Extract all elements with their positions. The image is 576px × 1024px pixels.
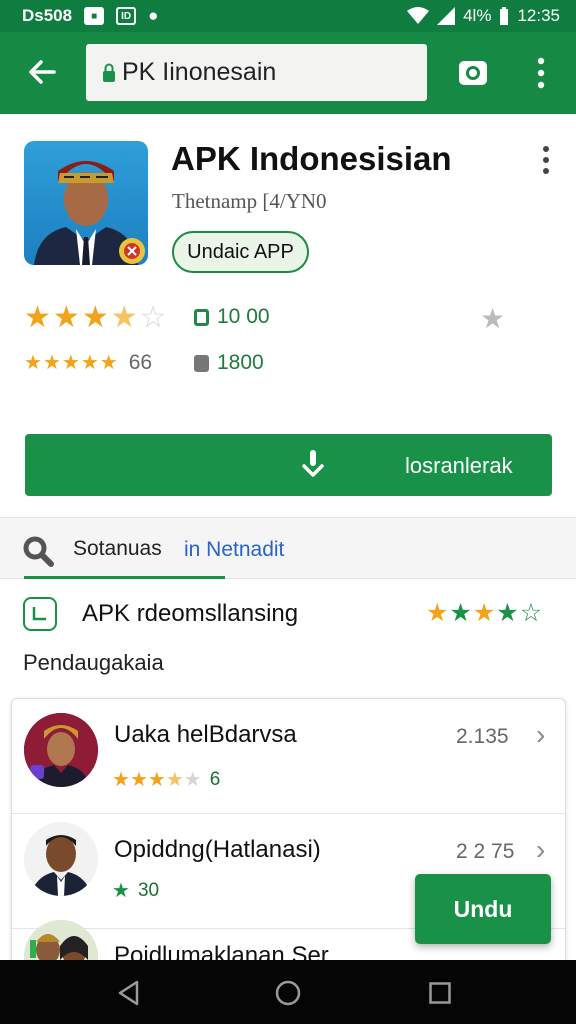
list-item-title: Uaka helBdarvsa <box>114 721 297 748</box>
star-icon: ★ <box>42 352 61 374</box>
star-icon: ★ <box>99 352 118 374</box>
clock: 12:35 <box>517 6 560 25</box>
list-item[interactable]: Uaka helBdarvsa 2.135 › ★ ★ ★ ★ ★ 6 <box>12 699 565 814</box>
stat-size-value: 1800 <box>217 351 264 374</box>
search-input[interactable]: PK Iinonesain <box>122 58 276 87</box>
star-icon: ★ <box>24 301 51 334</box>
list-item-title: Opiddng(Hatlanasi) <box>114 836 321 863</box>
stat-downloads: 10 00 <box>194 305 270 329</box>
nav-back-icon[interactable] <box>117 980 141 1006</box>
size-box-icon <box>194 354 209 372</box>
star-icon: ★ <box>24 352 42 374</box>
star-icon: ★ <box>129 769 148 791</box>
battery-text: 4l% <box>463 6 492 25</box>
download-fab-button[interactable]: Undu <box>415 874 551 944</box>
notification-id-icon: ID <box>116 7 137 25</box>
tab-indicator <box>24 576 225 579</box>
app-title: APK Indonesisian <box>171 140 452 177</box>
app-developer[interactable]: Thetnamp [4/YN0 <box>172 189 327 214</box>
section-icon <box>23 597 57 631</box>
star-icon: ★ <box>52 301 80 334</box>
app-bar: PK Iinonesain <box>0 32 576 114</box>
list-item-sub: 6 <box>209 769 221 790</box>
star-icon: ★ <box>80 352 99 374</box>
status-bar: Ds508 ■ ID ● 4l% 12:35 <box>0 0 576 32</box>
list-item-value: 2 2 75 <box>456 840 515 863</box>
section-subtitle: Pendaugakaia <box>23 650 164 675</box>
battery-icon <box>500 7 509 25</box>
list-item-stars: ★ ★ ★ ★ ★ 6 <box>112 769 220 791</box>
tab-strip: Sotanuas in Netnadit <box>0 517 576 579</box>
search-icon[interactable] <box>22 535 54 567</box>
list-item-stars: ★ 30 <box>112 880 159 902</box>
portrait-icon <box>34 161 145 265</box>
avatar <box>24 713 98 787</box>
status-left: Ds508 ■ ID ● <box>22 6 158 26</box>
star-icon: ★ <box>112 769 130 791</box>
chevron-right-icon: › <box>536 719 546 750</box>
star-icon: ★ <box>147 769 166 791</box>
tab-link[interactable]: in Netnadit <box>184 538 284 562</box>
star-half-icon: ★ <box>165 769 184 791</box>
nav-recents-icon[interactable] <box>429 982 451 1004</box>
back-arrow-icon[interactable] <box>26 56 58 88</box>
download-arrow-icon <box>302 450 324 477</box>
section-rating-stars: ★ ★ ★ ★ ☆ <box>426 600 542 626</box>
update-app-chip[interactable]: Undaic APP <box>172 231 309 273</box>
reviews-stars: ★ ★ ★ ★ ★ 66 <box>24 351 152 375</box>
list-item-sub: 30 <box>137 880 160 901</box>
star-empty-icon: ☆ <box>519 599 543 627</box>
star-empty-icon: ☆ <box>139 301 167 334</box>
app-icon <box>24 141 148 265</box>
status-text: Ds508 <box>22 6 73 25</box>
camera-icon[interactable] <box>458 58 488 86</box>
star-empty-icon: ★ <box>183 769 202 791</box>
install-button[interactable]: losranlerak <box>25 434 552 496</box>
notification-mail-icon: ■ <box>84 7 105 25</box>
star-icon: ★ <box>81 301 109 334</box>
system-nav-bar <box>0 960 576 1024</box>
app-details-screen: Ds508 ■ ID ● 4l% 12:35 PK Iinonesain APK… <box>0 0 576 1024</box>
chevron-right-icon: › <box>536 834 546 865</box>
search-field[interactable]: PK Iinonesain <box>86 44 427 101</box>
nav-home-icon[interactable] <box>275 980 301 1006</box>
install-label: losranlerak <box>405 453 513 478</box>
lock-icon <box>103 63 115 82</box>
avatar <box>24 822 98 896</box>
more-vert-icon[interactable] <box>536 56 546 90</box>
star-half-icon: ★ <box>110 301 138 334</box>
notification-cat-icon: ● <box>148 6 159 25</box>
star-icon: ★ <box>61 352 80 374</box>
wishlist-star-icon[interactable]: ★ <box>480 302 505 335</box>
star-icon: ★ <box>426 599 449 627</box>
reviews-count: 66 <box>128 351 153 374</box>
section-title: APK rdeomsllansing <box>82 600 299 627</box>
star-icon: ★ <box>449 599 472 627</box>
tab-overview[interactable]: Sotanuas <box>73 537 162 561</box>
star-icon: ★ <box>496 599 519 627</box>
list-item-value: 2.135 <box>456 725 509 748</box>
wifi-icon <box>407 7 430 24</box>
signal-icon <box>437 7 456 25</box>
status-right: 4l% 12:35 <box>407 6 560 26</box>
download-box-icon <box>194 308 209 326</box>
stat-downloads-value: 10 00 <box>217 305 270 328</box>
app-rating-stars: ★ ★ ★ ★ ☆ <box>24 303 167 333</box>
star-icon: ★ <box>112 880 130 902</box>
star-icon: ★ <box>472 599 496 627</box>
app-more-icon[interactable] <box>540 145 552 175</box>
stat-size: 1800 <box>194 351 264 375</box>
